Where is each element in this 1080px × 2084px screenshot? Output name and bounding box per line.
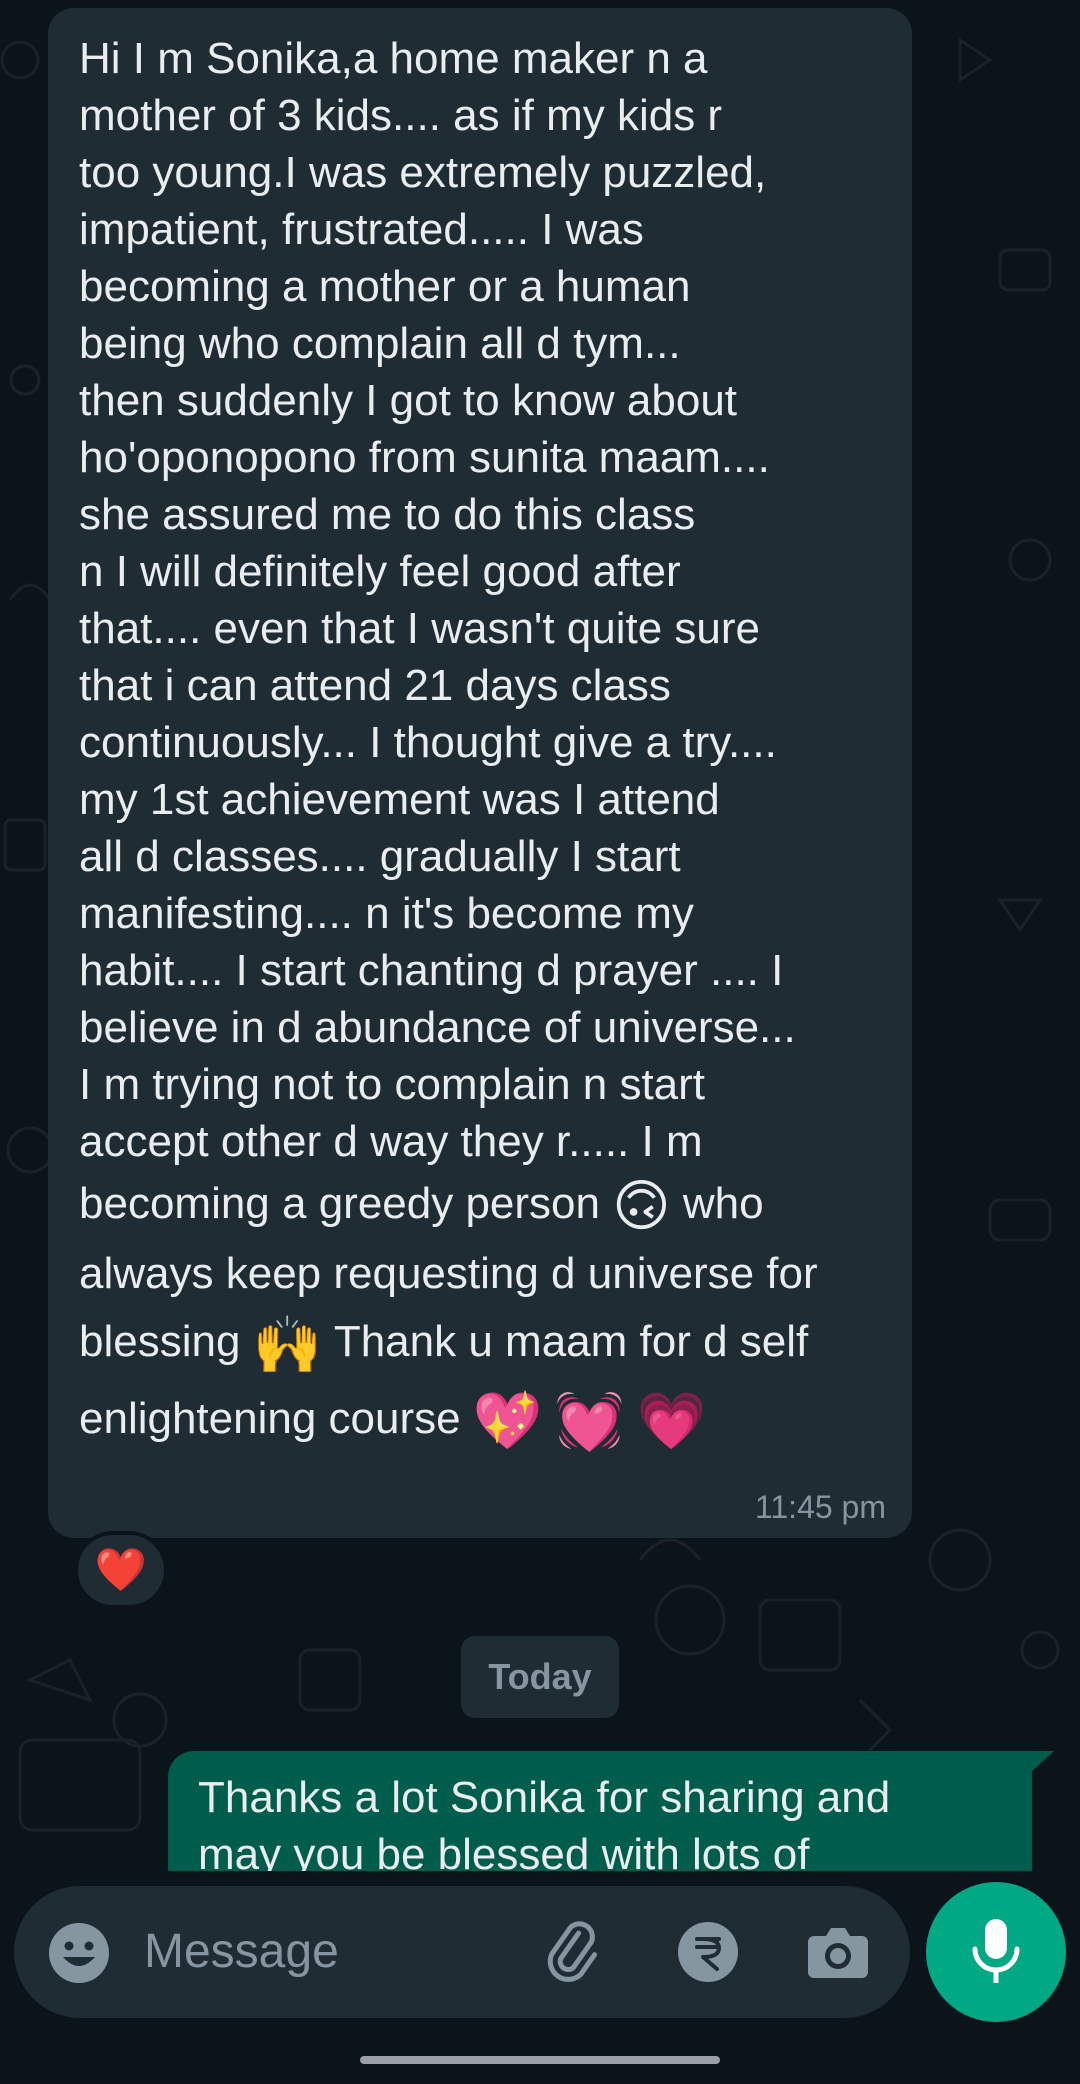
message-line: that.... even that I wasn't quite sure	[79, 604, 761, 653]
outgoing-bubble-tail	[1030, 1751, 1054, 1773]
voice-message-button[interactable]	[926, 1882, 1066, 2022]
message-line: ho'oponopono from sunita maam....	[79, 433, 770, 482]
message-line: manifesting.... n it's become my	[79, 889, 694, 938]
message-line: accept other d way they r..... I m	[79, 1117, 703, 1166]
message-line: may you be blessed with lots of	[198, 1830, 810, 1871]
message-line: becoming a mother or a human	[79, 262, 691, 311]
heart-icon: ❤️	[94, 1545, 148, 1593]
chat-screen: Hi I m Sonika,a home maker n a mother of…	[0, 0, 1080, 2084]
home-indicator[interactable]	[360, 2056, 720, 2064]
message-line: impatient, frustrated..... I was	[79, 205, 644, 254]
message-line: all d classes.... gradually I start	[79, 832, 681, 881]
date-divider: Today	[461, 1636, 619, 1718]
message-line: habit.... I start chanting d prayer ....…	[79, 946, 784, 995]
message-line: believe in d abundance of universe...	[79, 1003, 796, 1052]
sparkling-heart-emoji: 💖	[472, 1389, 543, 1453]
message-line: too young.I was extremely puzzled,	[79, 148, 767, 197]
message-text-fragment: enlightening course	[79, 1393, 473, 1443]
incoming-message-bubble[interactable]: Hi I m Sonika,a home maker n a mother of…	[48, 8, 912, 1538]
message-text-fragment: blessing	[79, 1317, 253, 1367]
paperclip-icon[interactable]	[540, 1920, 610, 1986]
heart-reaction[interactable]: ❤️	[74, 1531, 168, 1609]
message-line-with-emoji: enlightening course 💖 💓 💗	[79, 1379, 882, 1459]
growing-heart-emoji: 💗	[636, 1389, 707, 1453]
message-line-with-emoji: blessing 🙌 Thank u maam for d self	[79, 1308, 882, 1378]
incoming-message-text: Hi I m Sonika,a home maker n a mother of…	[79, 30, 882, 1170]
outgoing-message-bubble[interactable]: Thanks a lot Sonika for sharing and may y…	[168, 1751, 1032, 1871]
message-timestamp: 11:45 pm	[754, 1489, 886, 1525]
message-line: then suddenly I got to know about	[79, 376, 738, 425]
upside-down-face-emoji: 🙃	[612, 1174, 671, 1238]
message-line: that i can attend 21 days class	[79, 661, 671, 710]
beating-heart-emoji: 💓	[554, 1389, 625, 1453]
message-text-fragment: becoming a greedy person	[79, 1179, 613, 1228]
message-line: my 1st achievement was I attend	[79, 775, 720, 824]
message-line: I m trying not to complain n start	[79, 1060, 706, 1109]
message-line: always keep requesting d universe for	[79, 1249, 818, 1299]
message-line: she assured me to do this class	[79, 490, 696, 539]
microphone-icon	[972, 1919, 1020, 1983]
message-input[interactable]	[142, 1923, 516, 1980]
message-text-fragment: Thank u maam for d self	[322, 1317, 809, 1367]
outgoing-message-text: Thanks a lot Sonika for sharing and may y…	[198, 1769, 1002, 1871]
message-line-with-emoji: becoming a greedy person 🙃 who	[79, 1170, 882, 1240]
message-line: n I will definitely feel good after	[79, 547, 681, 596]
raising-hands-emoji: 🙌	[252, 1312, 323, 1376]
message-text-fragment: who	[670, 1179, 764, 1228]
message-line: mother of 3 kids.... as if my kids r	[79, 91, 723, 140]
message-line: being who complain all d tym...	[79, 319, 681, 368]
rupee-icon[interactable]	[676, 1920, 740, 1984]
message-line: continuously... I thought give a try....	[79, 718, 777, 767]
smiley-icon[interactable]	[46, 1920, 112, 1986]
message-line: Thanks a lot Sonika for sharing and	[198, 1773, 891, 1822]
camera-icon[interactable]	[804, 1920, 872, 1984]
message-line: Hi I m Sonika,a home maker n a	[79, 34, 708, 83]
